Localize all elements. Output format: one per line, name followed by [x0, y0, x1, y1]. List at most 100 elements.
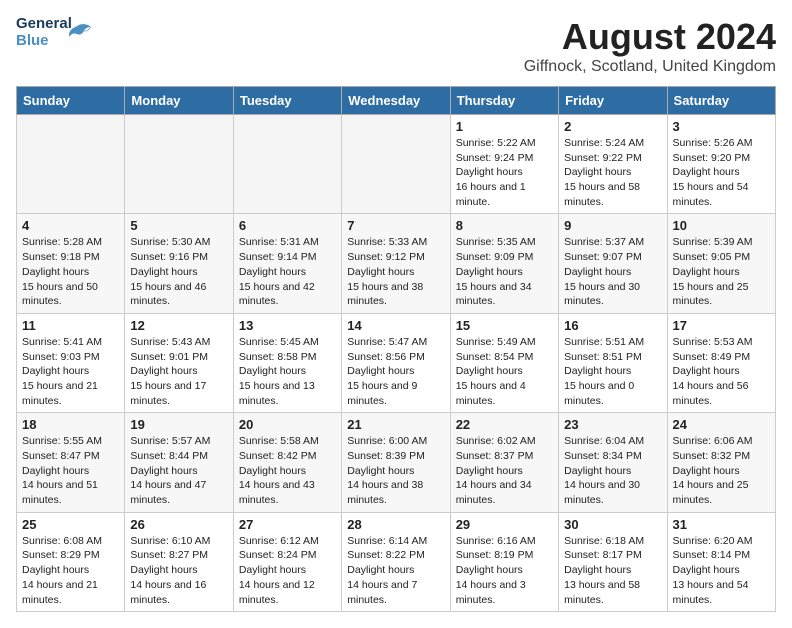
- day-number: 15: [456, 318, 553, 333]
- day-info: Sunrise: 5:47 AMSunset: 8:56 PMDaylight …: [347, 335, 444, 408]
- day-number: 3: [673, 119, 770, 134]
- title-block: August 2024 Giffnock, Scotland, United K…: [524, 16, 776, 76]
- day-number: 31: [673, 517, 770, 532]
- table-row: 16Sunrise: 5:51 AMSunset: 8:51 PMDayligh…: [559, 313, 667, 412]
- logo: General Blue: [16, 16, 92, 52]
- day-info: Sunrise: 6:12 AMSunset: 8:24 PMDaylight …: [239, 534, 336, 607]
- table-row: [233, 115, 341, 214]
- table-row: 18Sunrise: 5:55 AMSunset: 8:47 PMDayligh…: [17, 413, 125, 512]
- location-subtitle: Giffnock, Scotland, United Kingdom: [524, 58, 776, 76]
- day-number: 28: [347, 517, 444, 532]
- table-row: 9 Sunrise: 5:37 AMSunset: 9:07 PMDaylight…: [559, 214, 667, 313]
- table-row: 21 Sunrise: 6:00 AMSunset: 8:39 PMDayligh…: [342, 413, 450, 512]
- table-row: [17, 115, 125, 214]
- table-row: 3 Sunrise: 5:26 AMSunset: 9:20 PMDaylight…: [667, 115, 775, 214]
- day-info: Sunrise: 5:55 AMSunset: 8:47 PMDaylight …: [22, 434, 119, 507]
- day-info: Sunrise: 5:30 AMSunset: 9:16 PMDaylight …: [130, 235, 227, 308]
- table-row: 13Sunrise: 5:45 AMSunset: 8:58 PMDayligh…: [233, 313, 341, 412]
- day-number: 25: [22, 517, 119, 532]
- day-number: 16: [564, 318, 661, 333]
- day-number: 11: [22, 318, 119, 333]
- logo-blue: Blue: [16, 32, 49, 49]
- day-number: 1: [456, 119, 553, 134]
- page-header: General Blue August 2024 Giffnock, Scotl…: [16, 16, 776, 76]
- day-info: Sunrise: 6:02 AMSunset: 8:37 PMDaylight …: [456, 434, 553, 507]
- calendar-row: 11 Sunrise: 5:41 AMSunset: 9:03 PMDayligh…: [17, 313, 776, 412]
- day-info: Sunrise: 6:08 AMSunset: 8:29 PMDaylight …: [22, 534, 119, 607]
- calendar-row: 1 Sunrise: 5:22 AMSunset: 9:24 PMDaylight…: [17, 115, 776, 214]
- table-row: 2Sunrise: 5:24 AMSunset: 9:22 PMDaylight…: [559, 115, 667, 214]
- table-row: 17 Sunrise: 5:53 AMSunset: 8:49 PMDayligh…: [667, 313, 775, 412]
- day-info: Sunrise: 5:57 AMSunset: 8:44 PMDaylight …: [130, 434, 227, 507]
- day-number: 29: [456, 517, 553, 532]
- day-number: 27: [239, 517, 336, 532]
- day-info: Sunrise: 5:37 AMSunset: 9:07 PMDaylight …: [564, 235, 661, 308]
- day-info: Sunrise: 5:31 AMSunset: 9:14 PMDaylight …: [239, 235, 336, 308]
- days-header-row: Sunday Monday Tuesday Wednesday Thursday…: [17, 87, 776, 115]
- day-info: Sunrise: 6:04 AMSunset: 8:34 PMDaylight …: [564, 434, 661, 507]
- day-number: 12: [130, 318, 227, 333]
- day-number: 22: [456, 417, 553, 432]
- table-row: 22 Sunrise: 6:02 AMSunset: 8:37 PMDayligh…: [450, 413, 558, 512]
- day-info: Sunrise: 5:35 AMSunset: 9:09 PMDaylight …: [456, 235, 553, 308]
- table-row: 20 Sunrise: 5:58 AMSunset: 8:42 PMDayligh…: [233, 413, 341, 512]
- table-row: 19Sunrise: 5:57 AMSunset: 8:44 PMDayligh…: [125, 413, 233, 512]
- table-row: 15 Sunrise: 5:49 AMSunset: 8:54 PMDayligh…: [450, 313, 558, 412]
- day-number: 23: [564, 417, 661, 432]
- day-info: Sunrise: 5:39 AMSunset: 9:05 PMDaylight …: [673, 235, 770, 308]
- table-row: 23 Sunrise: 6:04 AMSunset: 8:34 PMDayligh…: [559, 413, 667, 512]
- table-row: 27 Sunrise: 6:12 AMSunset: 8:24 PMDayligh…: [233, 512, 341, 611]
- day-number: 13: [239, 318, 336, 333]
- month-year-title: August 2024: [524, 16, 776, 58]
- day-info: Sunrise: 6:14 AMSunset: 8:22 PMDaylight …: [347, 534, 444, 607]
- header-thursday: Thursday: [450, 87, 558, 115]
- table-row: 11 Sunrise: 5:41 AMSunset: 9:03 PMDayligh…: [17, 313, 125, 412]
- table-row: 24Sunrise: 6:06 AMSunset: 8:32 PMDayligh…: [667, 413, 775, 512]
- logo-general: General: [16, 15, 72, 32]
- table-row: 29Sunrise: 6:16 AMSunset: 8:19 PMDayligh…: [450, 512, 558, 611]
- day-number: 5: [130, 218, 227, 233]
- day-number: 14: [347, 318, 444, 333]
- day-number: 17: [673, 318, 770, 333]
- day-number: 8: [456, 218, 553, 233]
- day-info: Sunrise: 5:43 AMSunset: 9:01 PMDaylight …: [130, 335, 227, 408]
- table-row: 1 Sunrise: 5:22 AMSunset: 9:24 PMDaylight…: [450, 115, 558, 214]
- day-number: 4: [22, 218, 119, 233]
- day-number: 21: [347, 417, 444, 432]
- day-number: 9: [564, 218, 661, 233]
- calendar-row: 18Sunrise: 5:55 AMSunset: 8:47 PMDayligh…: [17, 413, 776, 512]
- header-sunday: Sunday: [17, 87, 125, 115]
- day-info: Sunrise: 5:58 AMSunset: 8:42 PMDaylight …: [239, 434, 336, 507]
- day-number: 26: [130, 517, 227, 532]
- day-number: 20: [239, 417, 336, 432]
- table-row: 12 Sunrise: 5:43 AMSunset: 9:01 PMDayligh…: [125, 313, 233, 412]
- table-row: [125, 115, 233, 214]
- table-row: 6 Sunrise: 5:31 AMSunset: 9:14 PMDaylight…: [233, 214, 341, 313]
- day-number: 6: [239, 218, 336, 233]
- day-info: Sunrise: 5:28 AMSunset: 9:18 PMDaylight …: [22, 235, 119, 308]
- table-row: 26Sunrise: 6:10 AMSunset: 8:27 PMDayligh…: [125, 512, 233, 611]
- table-row: 10Sunrise: 5:39 AMSunset: 9:05 PMDayligh…: [667, 214, 775, 313]
- day-info: Sunrise: 5:24 AMSunset: 9:22 PMDaylight …: [564, 136, 661, 209]
- day-info: Sunrise: 5:33 AMSunset: 9:12 PMDaylight …: [347, 235, 444, 308]
- day-info: Sunrise: 5:41 AMSunset: 9:03 PMDaylight …: [22, 335, 119, 408]
- day-info: Sunrise: 6:00 AMSunset: 8:39 PMDaylight …: [347, 434, 444, 507]
- day-info: Sunrise: 5:22 AMSunset: 9:24 PMDaylight …: [456, 136, 553, 209]
- day-number: 24: [673, 417, 770, 432]
- day-info: Sunrise: 6:18 AMSunset: 8:17 PMDaylight …: [564, 534, 661, 607]
- header-friday: Friday: [559, 87, 667, 115]
- table-row: 14 Sunrise: 5:47 AMSunset: 8:56 PMDayligh…: [342, 313, 450, 412]
- header-saturday: Saturday: [667, 87, 775, 115]
- table-row: 25 Sunrise: 6:08 AMSunset: 8:29 PMDayligh…: [17, 512, 125, 611]
- day-info: Sunrise: 5:53 AMSunset: 8:49 PMDaylight …: [673, 335, 770, 408]
- header-wednesday: Wednesday: [342, 87, 450, 115]
- table-row: 31Sunrise: 6:20 AMSunset: 8:14 PMDayligh…: [667, 512, 775, 611]
- table-row: 28 Sunrise: 6:14 AMSunset: 8:22 PMDayligh…: [342, 512, 450, 611]
- calendar-row: 25 Sunrise: 6:08 AMSunset: 8:29 PMDayligh…: [17, 512, 776, 611]
- table-row: 7Sunrise: 5:33 AMSunset: 9:12 PMDaylight…: [342, 214, 450, 313]
- day-info: Sunrise: 5:49 AMSunset: 8:54 PMDaylight …: [456, 335, 553, 408]
- table-row: 4 Sunrise: 5:28 AMSunset: 9:18 PMDaylight…: [17, 214, 125, 313]
- header-monday: Monday: [125, 87, 233, 115]
- day-info: Sunrise: 5:26 AMSunset: 9:20 PMDaylight …: [673, 136, 770, 209]
- table-row: [342, 115, 450, 214]
